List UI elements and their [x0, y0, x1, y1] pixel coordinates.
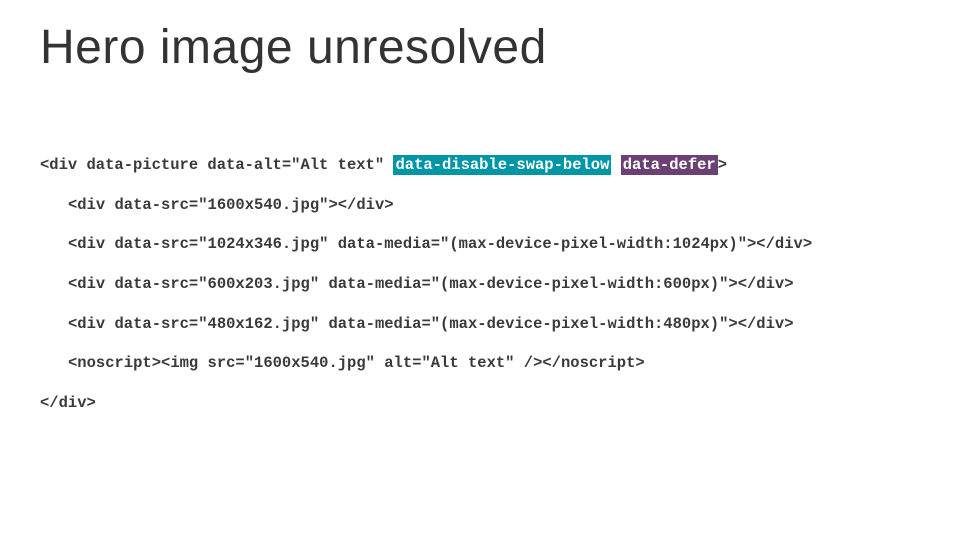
slide-title: Hero image unresolved — [40, 20, 939, 75]
code-line: <div data-src="1600x540.jpg"></div> — [40, 195, 939, 217]
code-block: <div data-picture data-alt="Alt text" da… — [40, 155, 939, 415]
code-line-close: </div> — [40, 393, 939, 415]
code-line: <div data-src="600x203.jpg" data-media="… — [40, 274, 939, 296]
code-line-open: <div data-picture data-alt="Alt text" da… — [40, 155, 939, 177]
code-line: <div data-src="480x162.jpg" data-media="… — [40, 314, 939, 336]
highlight-defer: data-defer — [621, 155, 718, 175]
highlight-disable-swap: data-disable-swap-below — [393, 155, 611, 175]
code-line: <noscript><img src="1600x540.jpg" alt="A… — [40, 353, 939, 375]
code-line: <div data-src="1024x346.jpg" data-media=… — [40, 234, 939, 256]
code-open-prefix: <div data-picture data-alt="Alt text" — [40, 156, 393, 174]
code-open-suffix: > — [718, 156, 727, 174]
code-sep — [611, 156, 620, 174]
